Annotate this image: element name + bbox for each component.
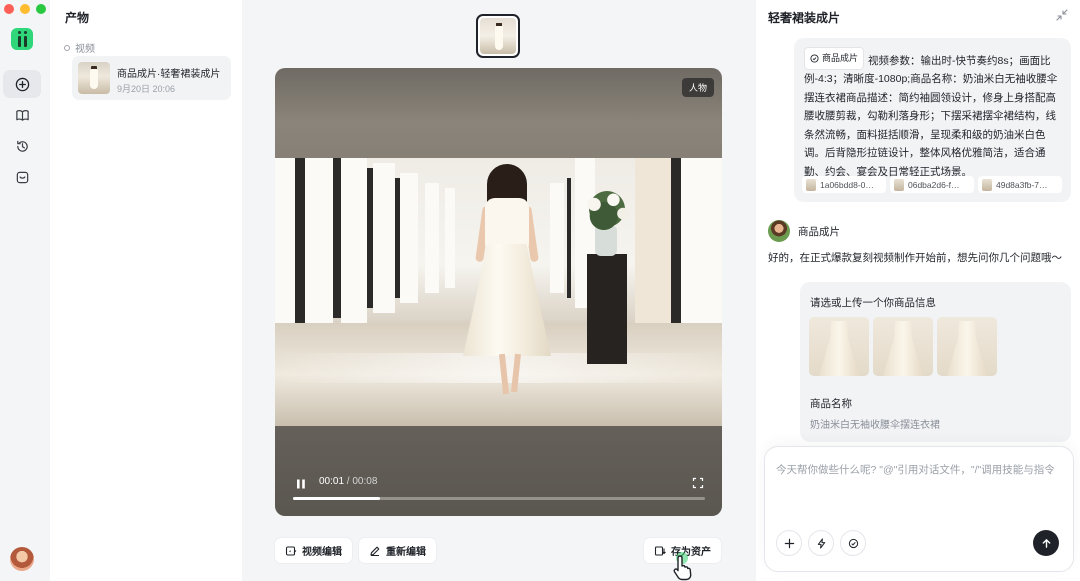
agent-avatar bbox=[768, 220, 790, 242]
product-name-label: 商品名称 bbox=[810, 398, 852, 410]
pause-icon[interactable] bbox=[295, 478, 307, 490]
product-image-option[interactable] bbox=[873, 317, 933, 376]
book-icon bbox=[15, 109, 29, 121]
form-title: 请选或上传一个你商品信息 bbox=[810, 297, 936, 309]
video-frame bbox=[275, 158, 722, 426]
product-info-card: 请选或上传一个你商品信息 商品名称 奶油米白无袖收腰伞摆连衣裙 bbox=[800, 282, 1071, 442]
history-button[interactable] bbox=[3, 132, 41, 160]
skill-chip-label: 商品成片 bbox=[822, 53, 859, 63]
attachment-name: 49d8a3fb-7… bbox=[996, 179, 1048, 190]
time-readout: 00:01 / 00:08 bbox=[319, 476, 377, 487]
agent-message: 好的，在正式爆款复刻视频制作开始前，想先问你几个问题哦～ bbox=[768, 252, 1062, 264]
attachment-thumbnail bbox=[894, 178, 904, 191]
progress-fill bbox=[293, 497, 380, 500]
lightning-icon bbox=[817, 537, 825, 549]
attachment-thumbnail bbox=[806, 178, 816, 191]
video-thumbnail-selected[interactable] bbox=[476, 14, 520, 58]
video-edit-label: 视频编辑 bbox=[302, 547, 342, 558]
arrow-up-icon bbox=[1042, 538, 1050, 548]
new-project-button[interactable] bbox=[3, 70, 41, 98]
user-message: 商品成片 视频参数：输出时-快节奏约8s；画面比例-4:3；清晰度-1080p;… bbox=[804, 47, 1061, 181]
agent-header: 商品成片 bbox=[768, 220, 840, 242]
attachment-chip[interactable]: 1a06bdd8-0… bbox=[802, 176, 886, 193]
minimize-window-button[interactable] bbox=[20, 4, 30, 14]
re-edit-button[interactable]: 重新编辑 bbox=[359, 538, 436, 563]
skill-button[interactable] bbox=[840, 530, 866, 556]
attachment-chip[interactable]: 49d8a3fb-7… bbox=[978, 176, 1062, 193]
video-edit-icon bbox=[285, 545, 297, 556]
window-controls bbox=[4, 4, 46, 14]
send-button[interactable] bbox=[1033, 530, 1059, 556]
user-message-bubble: 商品成片 视频参数：输出时-快节奏约8s；画面比例-4:3；清晰度-1080p;… bbox=[794, 38, 1071, 202]
user-avatar[interactable] bbox=[10, 547, 34, 571]
panel-title: 产物 bbox=[65, 11, 90, 25]
video-player[interactable]: 人物 00:01 / 00:08 bbox=[275, 68, 722, 516]
skill-icon bbox=[810, 54, 819, 63]
save-asset-icon bbox=[654, 545, 666, 556]
player-tag: 人物 bbox=[681, 78, 714, 97]
plus-icon bbox=[784, 538, 794, 548]
zoom-window-button[interactable] bbox=[36, 4, 46, 14]
app-logo bbox=[11, 28, 33, 50]
add-attachment-button[interactable] bbox=[776, 530, 802, 556]
library-button[interactable] bbox=[3, 101, 41, 129]
group-label-text: 视频 bbox=[75, 44, 95, 55]
fullscreen-icon[interactable] bbox=[692, 477, 704, 489]
attachment-thumbnail bbox=[982, 178, 992, 191]
product-name-value[interactable]: 奶油米白无袖收腰伞摆连衣裙 bbox=[810, 416, 940, 431]
product-image-option[interactable] bbox=[809, 317, 869, 376]
composer-input[interactable]: 今天帮你做些什么呢? "@"引用对话文件，"/"调用技能与指令 bbox=[776, 461, 1068, 479]
user-message-text: 视频参数：输出时-快节奏约8s；画面比例-4:3；清晰度-1080p;商品名称：… bbox=[804, 54, 1058, 178]
collapse-dot-icon bbox=[64, 44, 70, 51]
attachment-chip[interactable]: 06dba2d6-f… bbox=[890, 176, 974, 193]
group-label[interactable]: 视频 bbox=[64, 40, 95, 55]
progress-bar[interactable] bbox=[293, 497, 705, 500]
total-time: 00:08 bbox=[352, 476, 378, 487]
inbox-button[interactable] bbox=[3, 163, 41, 191]
project-name: 商品成片·轻奢裙装成片 bbox=[117, 69, 221, 80]
inbox-icon bbox=[16, 171, 28, 183]
left-rail bbox=[0, 0, 46, 581]
attachment-name: 06dba2d6-f… bbox=[908, 179, 960, 190]
project-item[interactable]: 商品成片·轻奢裙装成片 9月20日 20:06 bbox=[72, 56, 231, 100]
history-icon bbox=[16, 140, 28, 152]
app-window: 产物 视频 商品成片·轻奢裙装成片 9月20日 20:06 人物 00:01 /… bbox=[0, 0, 1080, 581]
project-panel: 产物 视频 商品成片·轻奢裙装成片 9月20日 20:06 bbox=[50, 0, 242, 581]
project-thumbnail bbox=[78, 62, 110, 94]
player-controls: 00:01 / 00:08 bbox=[275, 456, 722, 516]
quick-action-button[interactable] bbox=[808, 530, 834, 556]
skill-chip[interactable]: 商品成片 bbox=[804, 47, 865, 70]
chat-title: 轻奢裙装成片 bbox=[768, 11, 841, 25]
collapse-icon[interactable] bbox=[1056, 9, 1068, 21]
pencil-icon bbox=[370, 546, 380, 556]
re-edit-label: 重新编辑 bbox=[386, 547, 426, 558]
agent-name: 商品成片 bbox=[798, 225, 840, 238]
product-image-option[interactable] bbox=[937, 317, 997, 376]
skill-icon bbox=[848, 538, 858, 548]
plus-circle-icon bbox=[15, 77, 29, 91]
chat-panel: 轻奢裙装成片 商品成片 视频参数：输出时-快节奏约8s；画面比例-4:3；清晰度… bbox=[756, 0, 1080, 581]
video-edit-button[interactable]: 视频编辑 bbox=[275, 538, 352, 563]
message-composer[interactable]: 今天帮你做些什么呢? "@"引用对话文件，"/"调用技能与指令 bbox=[764, 446, 1074, 572]
hand-cursor-icon bbox=[673, 552, 692, 581]
attachment-name: 1a06bdd8-0… bbox=[820, 179, 874, 190]
project-date: 9月20日 20:06 bbox=[117, 84, 176, 94]
current-time: 00:01 bbox=[319, 476, 345, 487]
preview-area: 人物 00:01 / 00:08 视频编辑 重新编辑 存为资产 bbox=[242, 0, 754, 581]
close-window-button[interactable] bbox=[4, 4, 14, 14]
attachments: 1a06bdd8-0… 06dba2d6-f… 49d8a3fb-7… bbox=[802, 176, 1062, 193]
